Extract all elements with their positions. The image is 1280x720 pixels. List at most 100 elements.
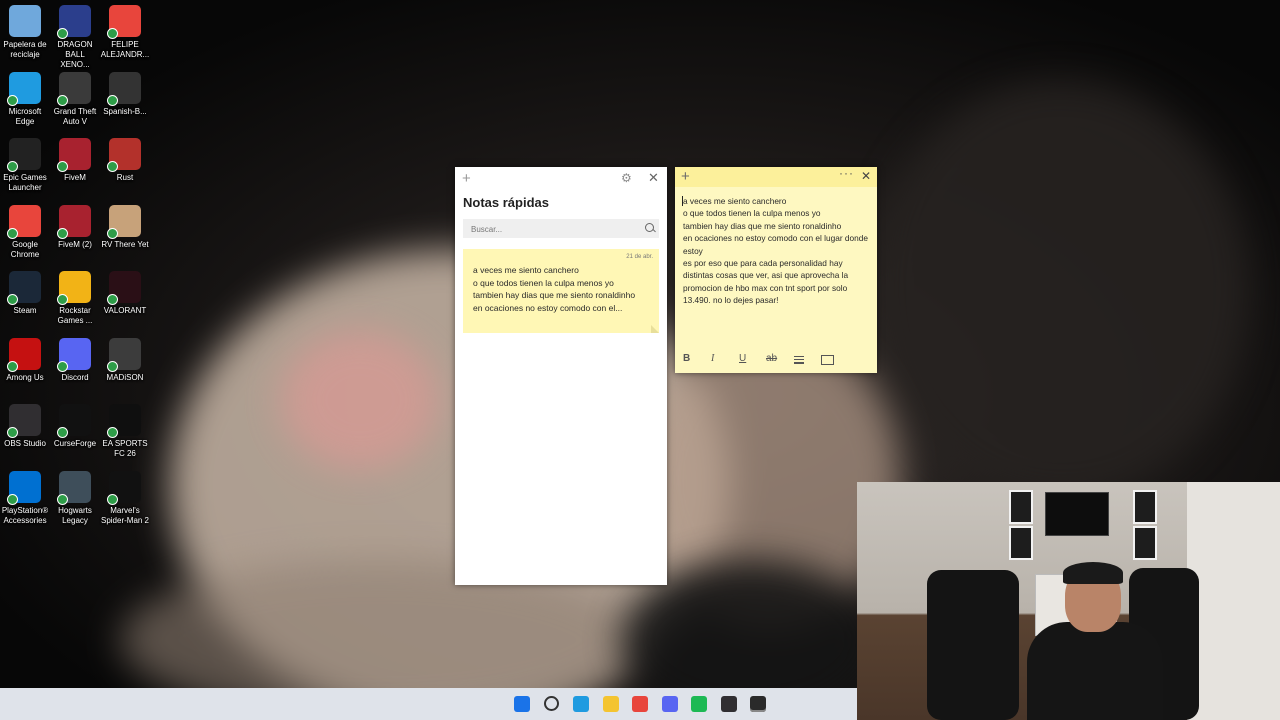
cam-tv [1045,492,1109,536]
recycle-bin-icon [9,5,41,37]
formatting-toolbar: B I U ab [675,353,877,367]
desktop-icon[interactable]: Marvel's Spider-Man 2 [100,470,150,526]
bullet-list-icon[interactable] [794,356,804,364]
curseforge-icon [57,404,91,438]
desktop-icon-label: Google Chrome [10,239,40,259]
desktop-icon[interactable]: Steam [0,271,50,316]
desktop-icon-label: FELIPE ALEJANDR... [100,40,150,59]
webcam-overlay [857,482,1280,720]
rockstar-icon [57,271,91,305]
desktop-icon[interactable]: Microsoft Edge [0,71,50,127]
desktop-icon[interactable]: VALORANT [100,271,150,316]
ea-fc-icon [107,404,141,438]
sync-check-icon [7,294,18,305]
desktop-icon[interactable]: Discord [50,337,100,383]
sync-check-icon [57,161,68,172]
desktop-icon[interactable]: Epic Games Launcher [0,138,50,193]
fivem-icon [57,138,91,172]
among-us-icon [7,337,41,372]
desktop-icon[interactable]: Papelera de reciclaje [0,5,50,60]
obs-icon [7,404,41,438]
desktop-icon[interactable]: CurseForge [50,404,100,449]
image-icon[interactable] [821,355,834,365]
desktop-icon[interactable]: RV There Yet [100,204,150,250]
file-explorer-icon[interactable] [602,696,619,712]
strikethrough-button[interactable]: ab [766,353,777,364]
sticky-notes-icon[interactable] [750,696,766,712]
start-icon[interactable] [514,696,530,712]
note-preview: a veces me siento canchero o que todos t… [473,265,636,313]
desktop-icon-label: RV There Yet [101,239,149,249]
desktop-icon[interactable]: Rust [100,138,150,183]
desktop-icon[interactable]: Rockstar Games ... [50,271,100,326]
desktop-icon[interactable]: Among Us [0,337,50,383]
underline-button[interactable]: U [739,353,746,364]
desktop-icon-label: DRAGON BALL XENO... [57,40,93,69]
close-icon[interactable]: ✕ [648,170,659,186]
sync-check-icon [107,94,118,106]
sync-check-icon [7,161,18,172]
desktop-icon[interactable]: FELIPE ALEJANDR... [100,5,150,60]
cam-frame [1133,490,1157,524]
new-note-button[interactable]: + [681,168,690,185]
desktop-icon[interactable]: Spanish-B... [100,71,150,117]
valorant-icon [107,271,141,305]
sync-check-icon [7,94,18,106]
gta-icon [57,71,91,106]
cam-frame [1133,526,1157,560]
desktop-icon-label: Rockstar Games ... [57,306,93,325]
rv-there-yet-icon [107,204,141,239]
desktop-icon[interactable]: FiveM [50,138,100,183]
obs-icon[interactable] [720,696,737,712]
sticky-note-editor[interactable]: a veces me siento canchero o que todos t… [683,195,869,307]
new-note-button[interactable]: + [462,170,471,187]
desktop-icon-label: PlayStation® Accessories [1,505,49,525]
desktop-icon[interactable]: DRAGON BALL XENO... [50,5,100,70]
desktop-icon[interactable]: Google Chrome [0,204,50,260]
spotify-icon[interactable] [691,696,707,712]
bold-button[interactable]: B [683,353,690,364]
settings-gear-icon[interactable]: ⚙ [621,171,632,185]
desktop-icon-label: VALORANT [103,306,147,315]
desktop-icon[interactable]: Hogwarts Legacy [50,470,100,526]
search-icon[interactable] [645,223,654,232]
close-icon[interactable]: ✕ [861,169,871,183]
madison-icon [107,337,141,372]
dragon-ball-icon [57,5,91,39]
edge-icon[interactable] [573,696,589,712]
sync-check-icon [7,493,18,505]
note-card[interactable]: 21 de abr. a veces me siento canchero o … [463,249,659,333]
desktop-icon-label: Rust [116,173,134,182]
notes-list-titlebar: + ⚙ ✕ [455,167,667,191]
sync-check-icon [107,360,118,372]
italic-button[interactable]: I [711,353,714,364]
notes-search-box[interactable] [463,219,659,239]
note-date: 21 de abr. [626,254,653,260]
sync-check-icon [57,227,68,239]
discord-icon[interactable] [661,696,678,712]
sync-check-icon [107,427,118,438]
sync-check-icon [57,427,68,438]
more-options-icon[interactable]: ··· [839,166,854,180]
desktop-icon[interactable]: Grand Theft Auto V [50,71,100,127]
desktop-icon[interactable]: FiveM (2) [50,204,100,250]
cam-wall [1187,482,1280,720]
desktop-icon-label: CurseForge [53,439,97,448]
desktop-icon[interactable]: MADiSON [100,337,150,383]
chrome-icon[interactable] [632,696,648,712]
cam-frame [1009,526,1033,560]
sticky-note-header[interactable]: + ··· ✕ [675,166,877,187]
desktop-icon[interactable]: EA SPORTS FC 26 [100,404,150,459]
sync-check-icon [107,227,118,239]
desktop-icon-label: Discord [61,372,89,382]
desktop-icon-label: FiveM [64,173,86,182]
desktop-icons: Papelera de reciclaje DRAGON BALL XENO...… [0,0,152,680]
desktop-icon[interactable]: PlayStation® Accessories [0,470,50,526]
notes-search-input[interactable] [463,220,631,239]
desktop-icon[interactable]: OBS Studio [0,404,50,449]
desktop-icon-label: Epic Games Launcher [3,173,47,192]
sync-check-icon [7,227,18,239]
epic-games-icon [7,138,41,172]
sync-check-icon [107,28,118,39]
search-icon[interactable] [543,696,559,711]
